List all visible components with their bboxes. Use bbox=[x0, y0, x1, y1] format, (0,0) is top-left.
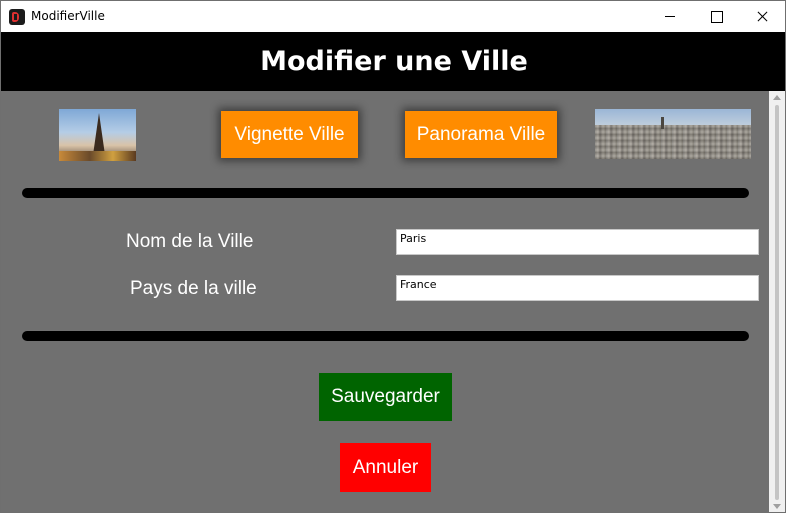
vignette-button[interactable]: Vignette Ville bbox=[221, 111, 358, 158]
title-bar[interactable]: ModifierVille bbox=[1, 1, 785, 32]
panorama-image bbox=[595, 109, 751, 159]
city-name-field[interactable]: Paris bbox=[396, 229, 759, 255]
minimize-icon[interactable] bbox=[647, 1, 693, 32]
thumbnail-ground bbox=[59, 151, 136, 161]
scroll-up-icon[interactable] bbox=[773, 95, 781, 100]
panorama-button[interactable]: Panorama Ville bbox=[405, 111, 557, 158]
cancel-button[interactable]: Annuler bbox=[340, 443, 431, 492]
window-title: ModifierVille bbox=[31, 9, 105, 23]
app-window: ModifierVille Modifier une Ville Vignett… bbox=[0, 0, 786, 513]
separator-bottom bbox=[22, 331, 749, 341]
separator-top bbox=[22, 188, 749, 198]
panorama-city-texture bbox=[595, 125, 751, 159]
save-button[interactable]: Sauvegarder bbox=[319, 373, 452, 421]
page-title: Modifier une Ville bbox=[260, 46, 528, 77]
country-field[interactable]: France bbox=[396, 275, 759, 301]
app-icon bbox=[9, 9, 25, 25]
maximize-icon[interactable] bbox=[693, 1, 739, 32]
close-icon[interactable] bbox=[739, 1, 785, 32]
vertical-scrollbar[interactable] bbox=[769, 91, 785, 512]
country-label: Pays de la ville bbox=[130, 278, 257, 299]
scroll-down-icon[interactable] bbox=[773, 504, 781, 509]
page-header: Modifier une Ville bbox=[1, 32, 785, 91]
scroll-thumb[interactable] bbox=[775, 105, 779, 500]
eiffel-tower-shape bbox=[93, 113, 105, 155]
panorama-tower bbox=[661, 117, 664, 129]
city-name-label: Nom de la Ville bbox=[126, 231, 254, 252]
vignette-image bbox=[59, 109, 136, 161]
form-panel: Vignette Ville Panorama Ville Nom de la … bbox=[1, 91, 769, 512]
